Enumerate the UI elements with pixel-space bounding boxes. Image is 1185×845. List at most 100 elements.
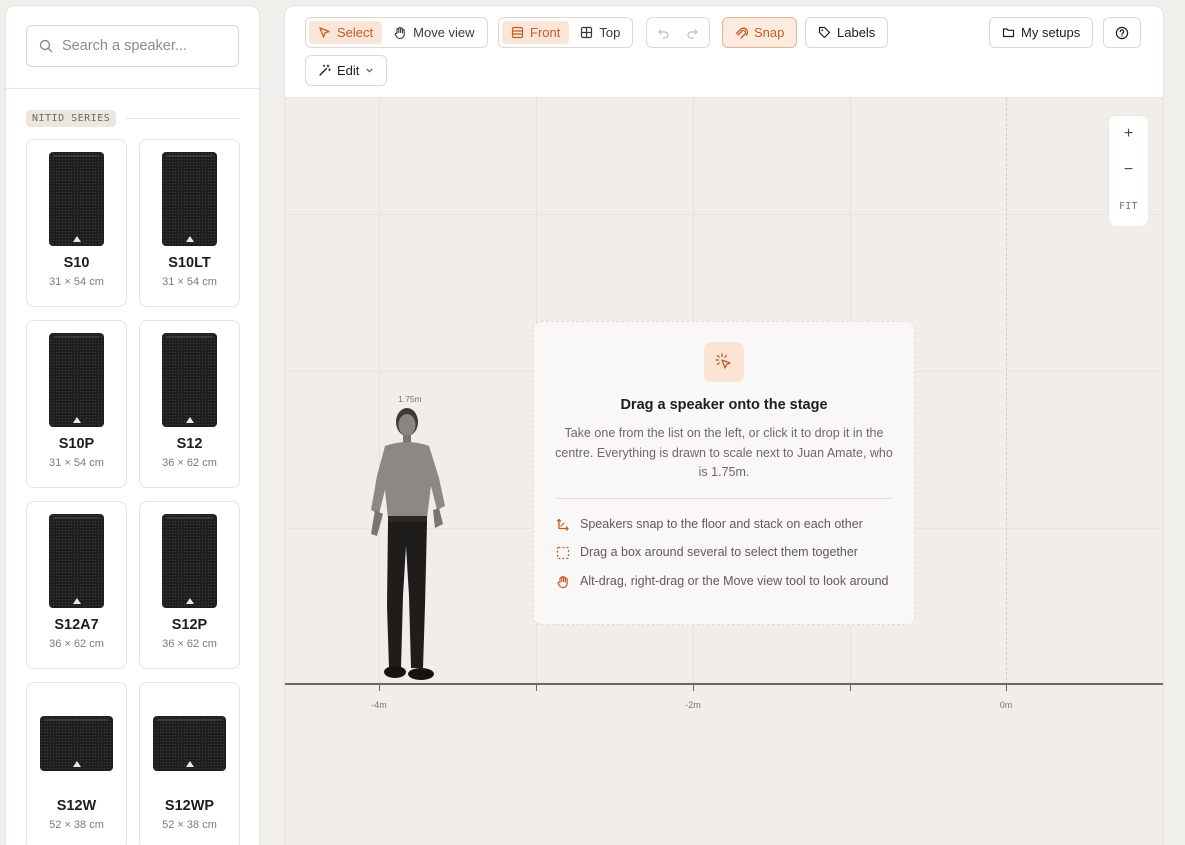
undo-button[interactable] (650, 21, 677, 44)
stack-arrow-icon (556, 518, 569, 531)
speaker-card[interactable]: S12P 36 × 62 cm (139, 501, 240, 669)
snap-toggle[interactable]: Snap (722, 17, 798, 48)
speaker-graphic (40, 716, 113, 771)
speaker-graphic (49, 514, 104, 608)
empty-state-panel: Drag a speaker onto the stage Take one f… (533, 321, 915, 625)
speaker-card[interactable]: S10LT 31 × 54 cm (139, 139, 240, 307)
tip-item: Drag a box around several to select them… (556, 543, 892, 563)
speaker-name: S12W (56, 798, 97, 814)
speaker-graphic (153, 716, 226, 771)
zoom-controls: + − FIT (1108, 115, 1149, 227)
folder-icon (1002, 28, 1015, 38)
speaker-dimensions: 52 × 38 cm (49, 819, 104, 831)
brand-logo-icon (185, 761, 194, 767)
hand-icon (557, 575, 568, 588)
brand-logo-icon (185, 417, 194, 423)
axis-tick (850, 685, 851, 691)
person-height-label: 1.75m (398, 394, 422, 404)
speaker-dimensions: 31 × 54 cm (49, 457, 104, 469)
brand-logo-icon (185, 236, 194, 242)
grid-icon (581, 26, 593, 39)
redo-button[interactable] (679, 21, 706, 44)
person-figure[interactable] (361, 406, 461, 686)
speaker-card[interactable]: S12A7 36 × 62 cm (26, 501, 127, 669)
speaker-dimensions: 31 × 54 cm (49, 276, 104, 288)
history-group (646, 17, 710, 48)
axis-tick (1163, 685, 1164, 691)
front-label: Front (530, 25, 561, 40)
axis-label: 0m (999, 700, 1013, 710)
hand-icon (394, 26, 405, 39)
axis-tick (536, 685, 537, 691)
brand-logo-icon (185, 598, 194, 604)
front-view-button[interactable]: Front (502, 21, 570, 44)
box-select-icon (556, 546, 570, 560)
series-header: NITID SERIES (26, 110, 239, 127)
magnet-icon (735, 27, 748, 39)
zoom-fit-button[interactable]: FIT (1109, 188, 1148, 224)
speaker-card[interactable]: S12WP 52 × 38 cm (139, 682, 240, 845)
help-button[interactable] (1103, 17, 1141, 48)
speaker-graphic (49, 152, 104, 246)
speaker-image (140, 683, 239, 791)
front-view-icon (511, 26, 524, 39)
speaker-image (27, 140, 126, 248)
speaker-card[interactable]: S10 31 × 54 cm (26, 139, 127, 307)
zoom-in-button[interactable]: + (1109, 116, 1148, 152)
brand-logo-icon (72, 236, 81, 242)
speaker-card[interactable]: S12W 52 × 38 cm (26, 682, 127, 845)
speaker-name: S12P (171, 617, 208, 633)
speaker-grid: S10 31 × 54 cm S10LT 31 × 54 cm S10P 31 × 54 … (26, 139, 240, 845)
move-view-label: Move view (413, 25, 475, 40)
search-area (6, 6, 259, 89)
top-view-button[interactable]: Top (571, 21, 629, 44)
speaker-dimensions: 36 × 62 cm (162, 457, 217, 469)
empty-state-description: Take one from the list on the left, or c… (555, 426, 893, 479)
speaker-image (27, 683, 126, 791)
speaker-graphic (162, 514, 217, 608)
cursor-icon (319, 27, 330, 38)
tag-icon (818, 26, 831, 39)
speaker-sidebar: NITID SERIES S10 31 × 54 cm S10LT 31 × 54 c… (5, 5, 260, 845)
brand-logo-icon (72, 761, 81, 767)
labels-label: Labels (837, 25, 876, 40)
zoom-out-button[interactable]: − (1109, 152, 1148, 188)
my-setups-button[interactable]: My setups (989, 17, 1094, 48)
brand-logo-icon (72, 598, 81, 604)
origin-line (1006, 98, 1007, 685)
speaker-name: S10P (58, 436, 95, 452)
speaker-image (27, 502, 126, 610)
axis-tick (693, 685, 694, 691)
redo-icon (687, 29, 698, 39)
edit-label: Edit (337, 63, 360, 78)
speaker-image (140, 502, 239, 610)
speaker-image (27, 321, 126, 429)
edit-menu-button[interactable]: Edit (305, 55, 388, 86)
empty-state-title: Drag a speaker onto the stage (620, 397, 828, 413)
speaker-card[interactable]: S10P 31 × 54 cm (26, 320, 127, 488)
labels-toggle[interactable]: Labels (805, 17, 889, 48)
speaker-image (140, 140, 239, 248)
main-panel: Select Move view Front Top Snap Labels M… (284, 5, 1164, 845)
undo-icon (658, 29, 669, 39)
series-divider (126, 118, 239, 119)
speaker-dimensions: 36 × 62 cm (49, 638, 104, 650)
speaker-name: S12WP (164, 798, 215, 814)
axis-tick (1006, 685, 1007, 691)
speaker-dimensions: 36 × 62 cm (162, 638, 217, 650)
axis-label: -4m (371, 700, 387, 710)
speaker-name: S10 (63, 255, 90, 271)
select-tool-button[interactable]: Select (309, 21, 383, 44)
my-setups-label: My setups (1021, 25, 1081, 40)
search-input[interactable] (62, 38, 249, 54)
speaker-card[interactable]: S12 36 × 62 cm (139, 320, 240, 488)
search-box[interactable] (26, 25, 249, 67)
speaker-graphic (162, 152, 217, 246)
snap-label: Snap (754, 25, 785, 40)
cursor-click-icon (704, 342, 744, 382)
tool-group: Select Move view (305, 17, 488, 48)
divider (556, 497, 892, 499)
stage-canvas[interactable]: -4m -2m 0m 1.75m + − FIT Drag a speaker … (285, 98, 1164, 845)
grid-line (285, 214, 1163, 215)
move-view-tool-button[interactable]: Move view (384, 21, 483, 44)
